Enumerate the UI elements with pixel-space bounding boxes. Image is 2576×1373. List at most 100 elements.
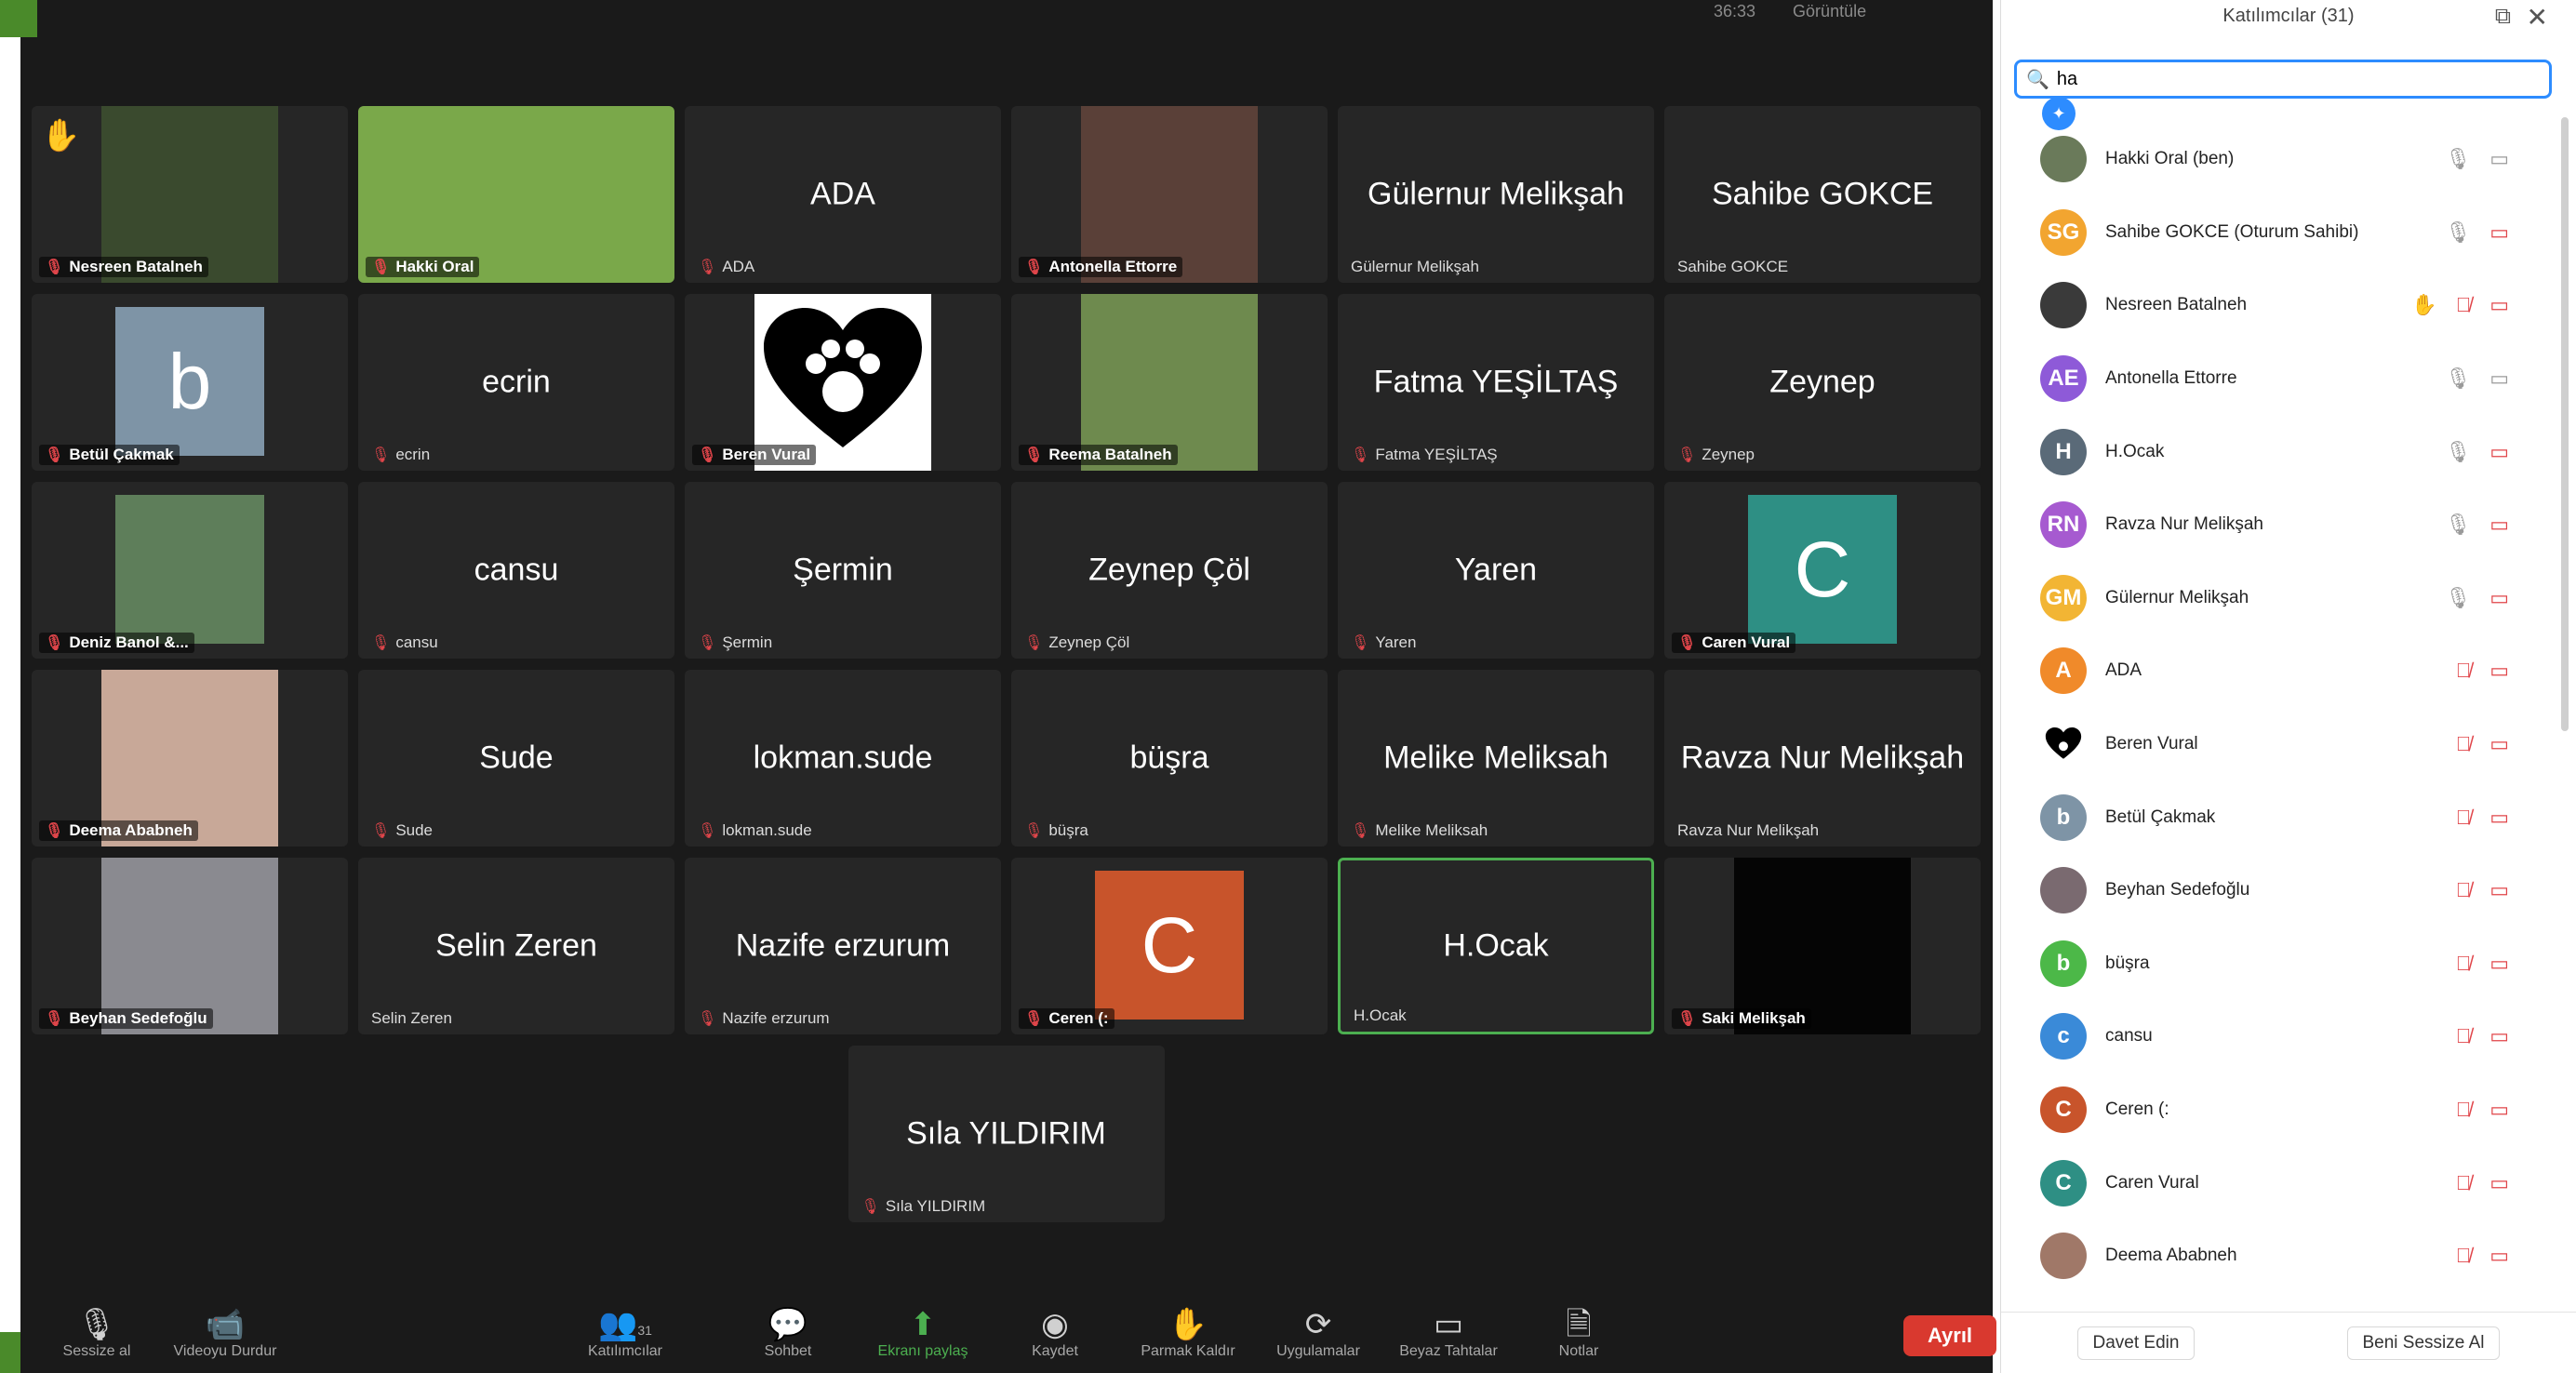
mic-icon[interactable]: 🎙 bbox=[2445, 586, 2471, 610]
video-tile[interactable]: Zeynep 🎙 Zeynep bbox=[1664, 294, 1981, 471]
mic-muted-icon[interactable]: 🎙̸ bbox=[2456, 878, 2472, 902]
video-tile[interactable]: 🎙 Beren Vural bbox=[685, 294, 1001, 471]
video-tile[interactable]: Nazife erzurum 🎙 Nazife erzurum bbox=[685, 858, 1001, 1034]
video-tile[interactable]: C 🎙 Ceren (: bbox=[1011, 858, 1328, 1034]
apps-button[interactable]: ⟳ Uygulamalar bbox=[1253, 1306, 1383, 1360]
video-off-icon[interactable]: ▭ bbox=[2489, 1244, 2509, 1268]
mute-me-button[interactable]: Beni Sessize Al bbox=[2346, 1326, 2501, 1360]
video-tile[interactable]: lokman.sude 🎙 lokman.sude bbox=[685, 670, 1001, 846]
participant-row[interactable]: AE Antonella Ettorre 🎙 ▭ bbox=[2001, 342, 2559, 416]
video-tile[interactable]: Şermin 🎙 Şermin bbox=[685, 482, 1001, 659]
video-tile[interactable]: H.Ocak H.Ocak bbox=[1338, 858, 1654, 1034]
video-tile[interactable]: Sıla YILDIRIM 🎙 Sıla YILDIRIM bbox=[848, 1046, 1165, 1222]
participant-row[interactable]: C Caren Vural 🎙̸ ▭ bbox=[2001, 1146, 2559, 1220]
participant-row[interactable]: b Betül Çakmak 🎙̸ ▭ bbox=[2001, 780, 2559, 854]
participant-row[interactable]: Beren Vural 🎙̸ ▭ bbox=[2001, 708, 2559, 781]
video-off-icon[interactable]: ▭ bbox=[2489, 1024, 2509, 1048]
stop-video-button[interactable]: 📹 Videoyu Durdur bbox=[160, 1306, 290, 1360]
participant-row[interactable]: b büşra 🎙̸ ▭ bbox=[2001, 927, 2559, 1001]
meeting-timer: 36:33 bbox=[1714, 1, 1756, 20]
mic-muted-icon[interactable]: 🎙̸ bbox=[2456, 1098, 2472, 1122]
video-tile[interactable]: ADA 🎙 ADA bbox=[685, 106, 1001, 283]
mic-muted-icon[interactable]: 🎙̸ bbox=[2456, 1171, 2472, 1195]
mic-muted-icon[interactable]: 🎙̸ bbox=[2456, 806, 2472, 830]
video-off-icon[interactable]: ▭ bbox=[2489, 952, 2509, 976]
mic-icon[interactable]: 🎙 bbox=[2445, 220, 2471, 245]
mic-muted-icon[interactable]: 🎙̸ bbox=[2456, 659, 2472, 683]
mic-muted-icon[interactable]: 🎙̸ bbox=[2456, 732, 2472, 756]
video-tile[interactable]: Ravza Nur Melikşah Ravza Nur Melikşah bbox=[1664, 670, 1981, 846]
mic-icon[interactable]: 🎙 bbox=[2445, 367, 2471, 391]
video-off-icon[interactable]: ▭ bbox=[2489, 440, 2509, 464]
video-tile[interactable]: Sahibe GOKCE Sahibe GOKCE bbox=[1664, 106, 1981, 283]
notes-button[interactable]: 🗎 Notlar bbox=[1514, 1306, 1644, 1360]
mic-muted-icon[interactable]: 🎙̸ bbox=[2456, 1024, 2472, 1048]
whiteboard-button[interactable]: ▭ Beyaz Tahtalar bbox=[1383, 1306, 1514, 1360]
mic-muted-icon[interactable]: 🎙̸ bbox=[2456, 952, 2472, 976]
participant-row[interactable]: GM Gülernur Melikşah 🎙 ▭ bbox=[2001, 562, 2559, 635]
video-off-icon[interactable]: ▭ bbox=[2489, 513, 2509, 537]
video-tile[interactable]: Selin Zeren Selin Zeren bbox=[358, 858, 674, 1034]
video-tile[interactable]: Sude 🎙 Sude bbox=[358, 670, 674, 846]
mic-muted-icon[interactable]: 🎙̸ bbox=[2456, 293, 2472, 317]
close-icon[interactable]: ✕ bbox=[2527, 2, 2548, 33]
video-off-icon[interactable]: ▭ bbox=[2489, 586, 2509, 610]
leave-button[interactable]: Ayrıl bbox=[1903, 1315, 1996, 1356]
share-screen-button[interactable]: ⬆ Ekranı paylaş bbox=[858, 1306, 988, 1360]
video-tile[interactable]: Yaren 🎙 Yaren bbox=[1338, 482, 1654, 659]
video-tile[interactable]: 🎙 Reema Batalneh bbox=[1011, 294, 1328, 471]
mic-icon[interactable]: 🎙 bbox=[2445, 440, 2471, 464]
participant-row[interactable]: RN Ravza Nur Melikşah 🎙 ▭ bbox=[2001, 488, 2559, 562]
mic-icon[interactable]: 🎙 bbox=[2445, 513, 2471, 537]
video-off-icon[interactable]: ▭ bbox=[2489, 1098, 2509, 1122]
mic-icon[interactable]: 🎙 bbox=[2445, 147, 2471, 171]
invite-button[interactable]: Davet Edin bbox=[2076, 1326, 2196, 1360]
chat-button[interactable]: 💬 Sohbet bbox=[723, 1306, 853, 1360]
raise-hand-button[interactable]: ✋ Parmak Kaldır bbox=[1123, 1306, 1253, 1360]
participant-row[interactable]: A ADA 🎙̸ ▭ bbox=[2001, 634, 2559, 708]
video-tile[interactable]: Melike Meliksah 🎙 Melike Meliksah bbox=[1338, 670, 1654, 846]
video-tile[interactable]: ecrin 🎙 ecrin bbox=[358, 294, 674, 471]
mic-muted-icon[interactable]: 🎙̸ bbox=[2456, 1244, 2472, 1268]
participant-row[interactable]: c cansu 🎙̸ ▭ bbox=[2001, 1000, 2559, 1073]
video-off-icon[interactable]: ▭ bbox=[2489, 220, 2509, 245]
record-button[interactable]: ◉ Kaydet bbox=[990, 1306, 1120, 1360]
video-off-icon[interactable]: ▭ bbox=[2489, 1171, 2509, 1195]
video-tile[interactable]: 🎙 Antonella Ettorre bbox=[1011, 106, 1328, 283]
search-input[interactable] bbox=[2056, 68, 2549, 90]
video-tile[interactable]: cansu 🎙 cansu bbox=[358, 482, 674, 659]
video-icon[interactable]: ▭ bbox=[2489, 367, 2509, 391]
participant-row[interactable]: Beyhan Sedefoğlu 🎙̸ ▭ bbox=[2001, 854, 2559, 927]
video-tile[interactable]: C 🎙 Caren Vural bbox=[1664, 482, 1981, 659]
popout-icon[interactable]: ⧉ bbox=[2495, 4, 2511, 30]
video-off-icon[interactable]: ▭ bbox=[2489, 806, 2509, 830]
video-tile[interactable]: 🎙 Hakki Oral bbox=[358, 106, 674, 283]
participant-row[interactable]: Nesreen Batalneh ✋ 🎙̸ ▭ bbox=[2001, 269, 2559, 342]
video-off-icon[interactable]: ▭ bbox=[2489, 732, 2509, 756]
video-icon[interactable]: ▭ bbox=[2489, 147, 2509, 171]
view-button[interactable]: Görüntüle bbox=[1793, 2, 1866, 21]
mute-button[interactable]: 🎙 Sessize al bbox=[32, 1306, 162, 1360]
participant-row[interactable]: SG Sahibe GOKCE (Oturum Sahibi) 🎙 ▭ bbox=[2001, 196, 2559, 270]
participants-button[interactable]: 👥31 Katılımcılar bbox=[560, 1306, 690, 1360]
video-tile[interactable]: 🎙 Beyhan Sedefoğlu bbox=[32, 858, 348, 1034]
participant-row[interactable]: Deema Ababneh 🎙̸ ▭ bbox=[2001, 1220, 2559, 1293]
video-off-icon[interactable]: ▭ bbox=[2489, 293, 2509, 317]
video-tile[interactable]: Fatma YEŞİLTAŞ 🎙 Fatma YEŞİLTAŞ bbox=[1338, 294, 1654, 471]
scrollbar[interactable] bbox=[2561, 117, 2569, 731]
video-tile[interactable]: 🎙 Saki Melikşah bbox=[1664, 858, 1981, 1034]
video-tile[interactable]: ✋ 🎙 Nesreen Batalneh bbox=[32, 106, 348, 283]
video-tile[interactable]: 🎙 Deema Ababneh bbox=[32, 670, 348, 846]
video-off-icon[interactable]: ▭ bbox=[2489, 659, 2509, 683]
participant-row[interactable]: Hakki Oral (ben) 🎙 ▭ bbox=[2001, 123, 2559, 196]
participant-search[interactable]: 🔍 bbox=[2014, 60, 2552, 99]
video-tile[interactable]: büşra 🎙 büşra bbox=[1011, 670, 1328, 846]
participant-row[interactable]: C Ceren (: 🎙̸ ▭ bbox=[2001, 1073, 2559, 1147]
video-tile[interactable]: b 🎙 Betül Çakmak bbox=[32, 294, 348, 471]
tile-label-text: Betül Çakmak bbox=[69, 446, 174, 463]
participant-row[interactable]: H H.Ocak 🎙 ▭ bbox=[2001, 415, 2559, 488]
video-tile[interactable]: 🎙 Deniz Banol &... bbox=[32, 482, 348, 659]
video-off-icon[interactable]: ▭ bbox=[2489, 878, 2509, 902]
video-tile[interactable]: Zeynep Çöl 🎙 Zeynep Çöl bbox=[1011, 482, 1328, 659]
video-tile[interactable]: Gülernur Melikşah Gülernur Melikşah bbox=[1338, 106, 1654, 283]
